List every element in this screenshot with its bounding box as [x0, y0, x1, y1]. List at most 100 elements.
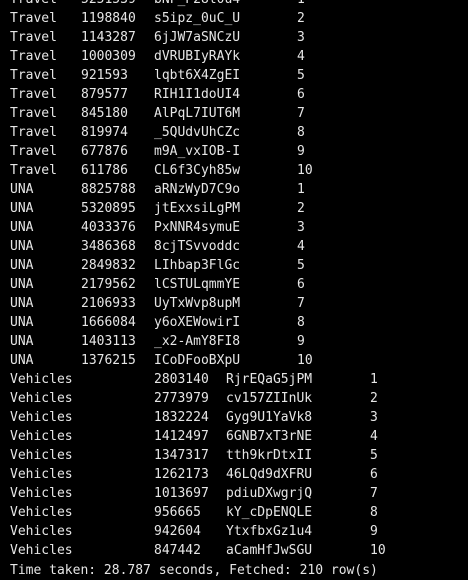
- rank-cell: 3: [297, 220, 305, 235]
- result-row: UNA 5320895 jtExxsiLgPM 2: [0, 199, 468, 218]
- video-id-cell: LIhbap3FlGc: [154, 258, 241, 273]
- result-row: Vehicles 1412497 6GNB7xT3rNE 4: [0, 427, 468, 446]
- result-row: Vehicles 2803140 RjrEQaG5jPM 1: [0, 370, 468, 389]
- category-cell: Travel: [10, 30, 57, 45]
- category-cell: Vehicles: [10, 486, 73, 501]
- result-row: UNA 1376215 ICoDFooBXpU 10: [0, 351, 468, 370]
- result-row: UNA 1403113 _x2-AmY8FI8 9: [0, 332, 468, 351]
- rank-cell: 10: [297, 163, 313, 178]
- query-status-line: Time taken: 28.787 seconds, Fetched: 210…: [10, 563, 378, 578]
- video-id-cell: Gyg9U1YaVk8: [226, 410, 313, 425]
- video-id-cell: aCamHfJwSGU: [226, 543, 313, 558]
- category-cell: Travel: [10, 87, 57, 102]
- result-row: Vehicles 1832224 Gyg9U1YaVk8 3: [0, 408, 468, 427]
- count-cell: 1143287: [81, 30, 136, 45]
- rank-cell: 10: [370, 543, 386, 558]
- count-cell: 2849832: [81, 258, 136, 273]
- count-cell: 5251539: [81, 0, 136, 9]
- rank-cell: 1: [297, 0, 305, 9]
- result-row: Vehicles 847442 aCamHfJwSGU 10: [0, 541, 468, 560]
- video-id-cell: PxNNR4symuE: [154, 220, 241, 235]
- category-cell: UNA: [10, 182, 34, 197]
- category-cell: Vehicles: [10, 391, 73, 406]
- result-row: Vehicles 2773979 cv157ZIInUk 2: [0, 389, 468, 408]
- category-cell: Travel: [10, 68, 57, 83]
- count-cell: 4033376: [81, 220, 136, 235]
- terminal-window[interactable]: Travel 5251539 bNF_P28l0u4 1 Travel 1198840 s5…: [0, 0, 468, 580]
- rank-cell: 4: [297, 239, 305, 254]
- count-cell: 942604: [154, 524, 201, 539]
- video-id-cell: m9A_vxIOB-I: [154, 144, 241, 159]
- video-id-cell: tth9krDtxII: [226, 448, 313, 463]
- count-cell: 1412497: [154, 429, 209, 444]
- category-cell: Travel: [10, 0, 57, 9]
- count-cell: 921593: [81, 68, 128, 83]
- rank-cell: 2: [370, 391, 378, 406]
- category-cell: UNA: [10, 353, 34, 368]
- count-cell: 5320895: [81, 201, 136, 216]
- video-id-cell: bNF_P28l0u4: [154, 0, 240, 9]
- video-id-cell: 8cjTSvvoddc: [154, 239, 241, 254]
- rank-cell: 6: [297, 277, 305, 292]
- result-row: Travel 879577 RIH1I1doUI4 6: [0, 85, 468, 104]
- category-cell: UNA: [10, 258, 34, 273]
- result-row: UNA 4033376 PxNNR4symuE 3: [0, 218, 468, 237]
- category-cell: Travel: [10, 106, 57, 121]
- rank-cell: 7: [297, 296, 305, 311]
- count-cell: 845180: [81, 106, 128, 121]
- count-cell: 1262173: [154, 467, 209, 482]
- video-id-cell: aRNzWyD7C9o: [154, 182, 241, 197]
- video-id-cell: dVRUBIyRAYk: [154, 49, 241, 64]
- count-cell: 847442: [154, 543, 201, 558]
- category-cell: Vehicles: [10, 524, 73, 539]
- count-cell: 8825788: [81, 182, 136, 197]
- rank-cell: 5: [370, 448, 378, 463]
- rank-cell: 6: [370, 467, 378, 482]
- rank-cell: 2: [297, 201, 305, 216]
- category-cell: Vehicles: [10, 467, 73, 482]
- result-row: Travel 1143287 6jJW7aSNCzU 3: [0, 28, 468, 47]
- video-id-cell: _5QUdvUhCZc: [154, 125, 241, 140]
- category-cell: UNA: [10, 334, 34, 349]
- category-cell: Vehicles: [10, 372, 73, 387]
- count-cell: 956665: [154, 505, 201, 520]
- category-cell: UNA: [10, 296, 34, 311]
- result-row: Vehicles 942604 YtxfbxGz1u4 9: [0, 522, 468, 541]
- count-cell: 2803140: [154, 372, 209, 387]
- result-row: Travel 1000309 dVRUBIyRAYk 4: [0, 47, 468, 66]
- result-row: UNA 2106933 UyTxWvp8upM 7: [0, 294, 468, 313]
- rank-cell: 9: [297, 144, 305, 159]
- result-row: Travel 819974 _5QUdvUhCZc 8: [0, 123, 468, 142]
- rank-cell: 3: [370, 410, 378, 425]
- result-row: Vehicles 1013697 pdiuDXwgrjQ 7: [0, 484, 468, 503]
- category-cell: Vehicles: [10, 543, 73, 558]
- count-cell: 1376215: [81, 353, 136, 368]
- category-cell: Travel: [10, 163, 57, 178]
- count-cell: 1013697: [154, 486, 209, 501]
- category-cell: Vehicles: [10, 505, 73, 520]
- result-row: UNA 3486368 8cjTSvvoddc 4: [0, 237, 468, 256]
- count-cell: 677876: [81, 144, 128, 159]
- result-row: Travel 921593 lqbt6X4ZgEI 5: [0, 66, 468, 85]
- category-cell: Travel: [10, 49, 57, 64]
- video-id-cell: AlPqL7IUT6M: [154, 106, 241, 121]
- rank-cell: 8: [297, 315, 305, 330]
- video-id-cell: UyTxWvp8upM: [154, 296, 241, 311]
- count-cell: 1198840: [81, 11, 136, 26]
- rank-cell: 5: [297, 258, 305, 273]
- count-cell: 819974: [81, 125, 128, 140]
- rank-cell: 2: [297, 11, 305, 26]
- video-id-cell: CL6f3Cyh85w: [154, 163, 241, 178]
- video-id-cell: y6oXEWowirI: [154, 315, 241, 330]
- category-cell: Vehicles: [10, 410, 73, 425]
- result-row: Vehicles 1347317 tth9krDtxII 5: [0, 446, 468, 465]
- video-id-cell: s5ipz_0uC_U: [154, 11, 241, 26]
- video-id-cell: YtxfbxGz1u4: [226, 524, 313, 539]
- rank-cell: 1: [370, 372, 378, 387]
- rank-cell: 9: [370, 524, 378, 539]
- rank-cell: 6: [297, 87, 305, 102]
- video-id-cell: lqbt6X4ZgEI: [154, 68, 241, 83]
- count-cell: 611786: [81, 163, 128, 178]
- video-id-cell: ICoDFooBXpU: [154, 353, 241, 368]
- count-cell: 2106933: [81, 296, 136, 311]
